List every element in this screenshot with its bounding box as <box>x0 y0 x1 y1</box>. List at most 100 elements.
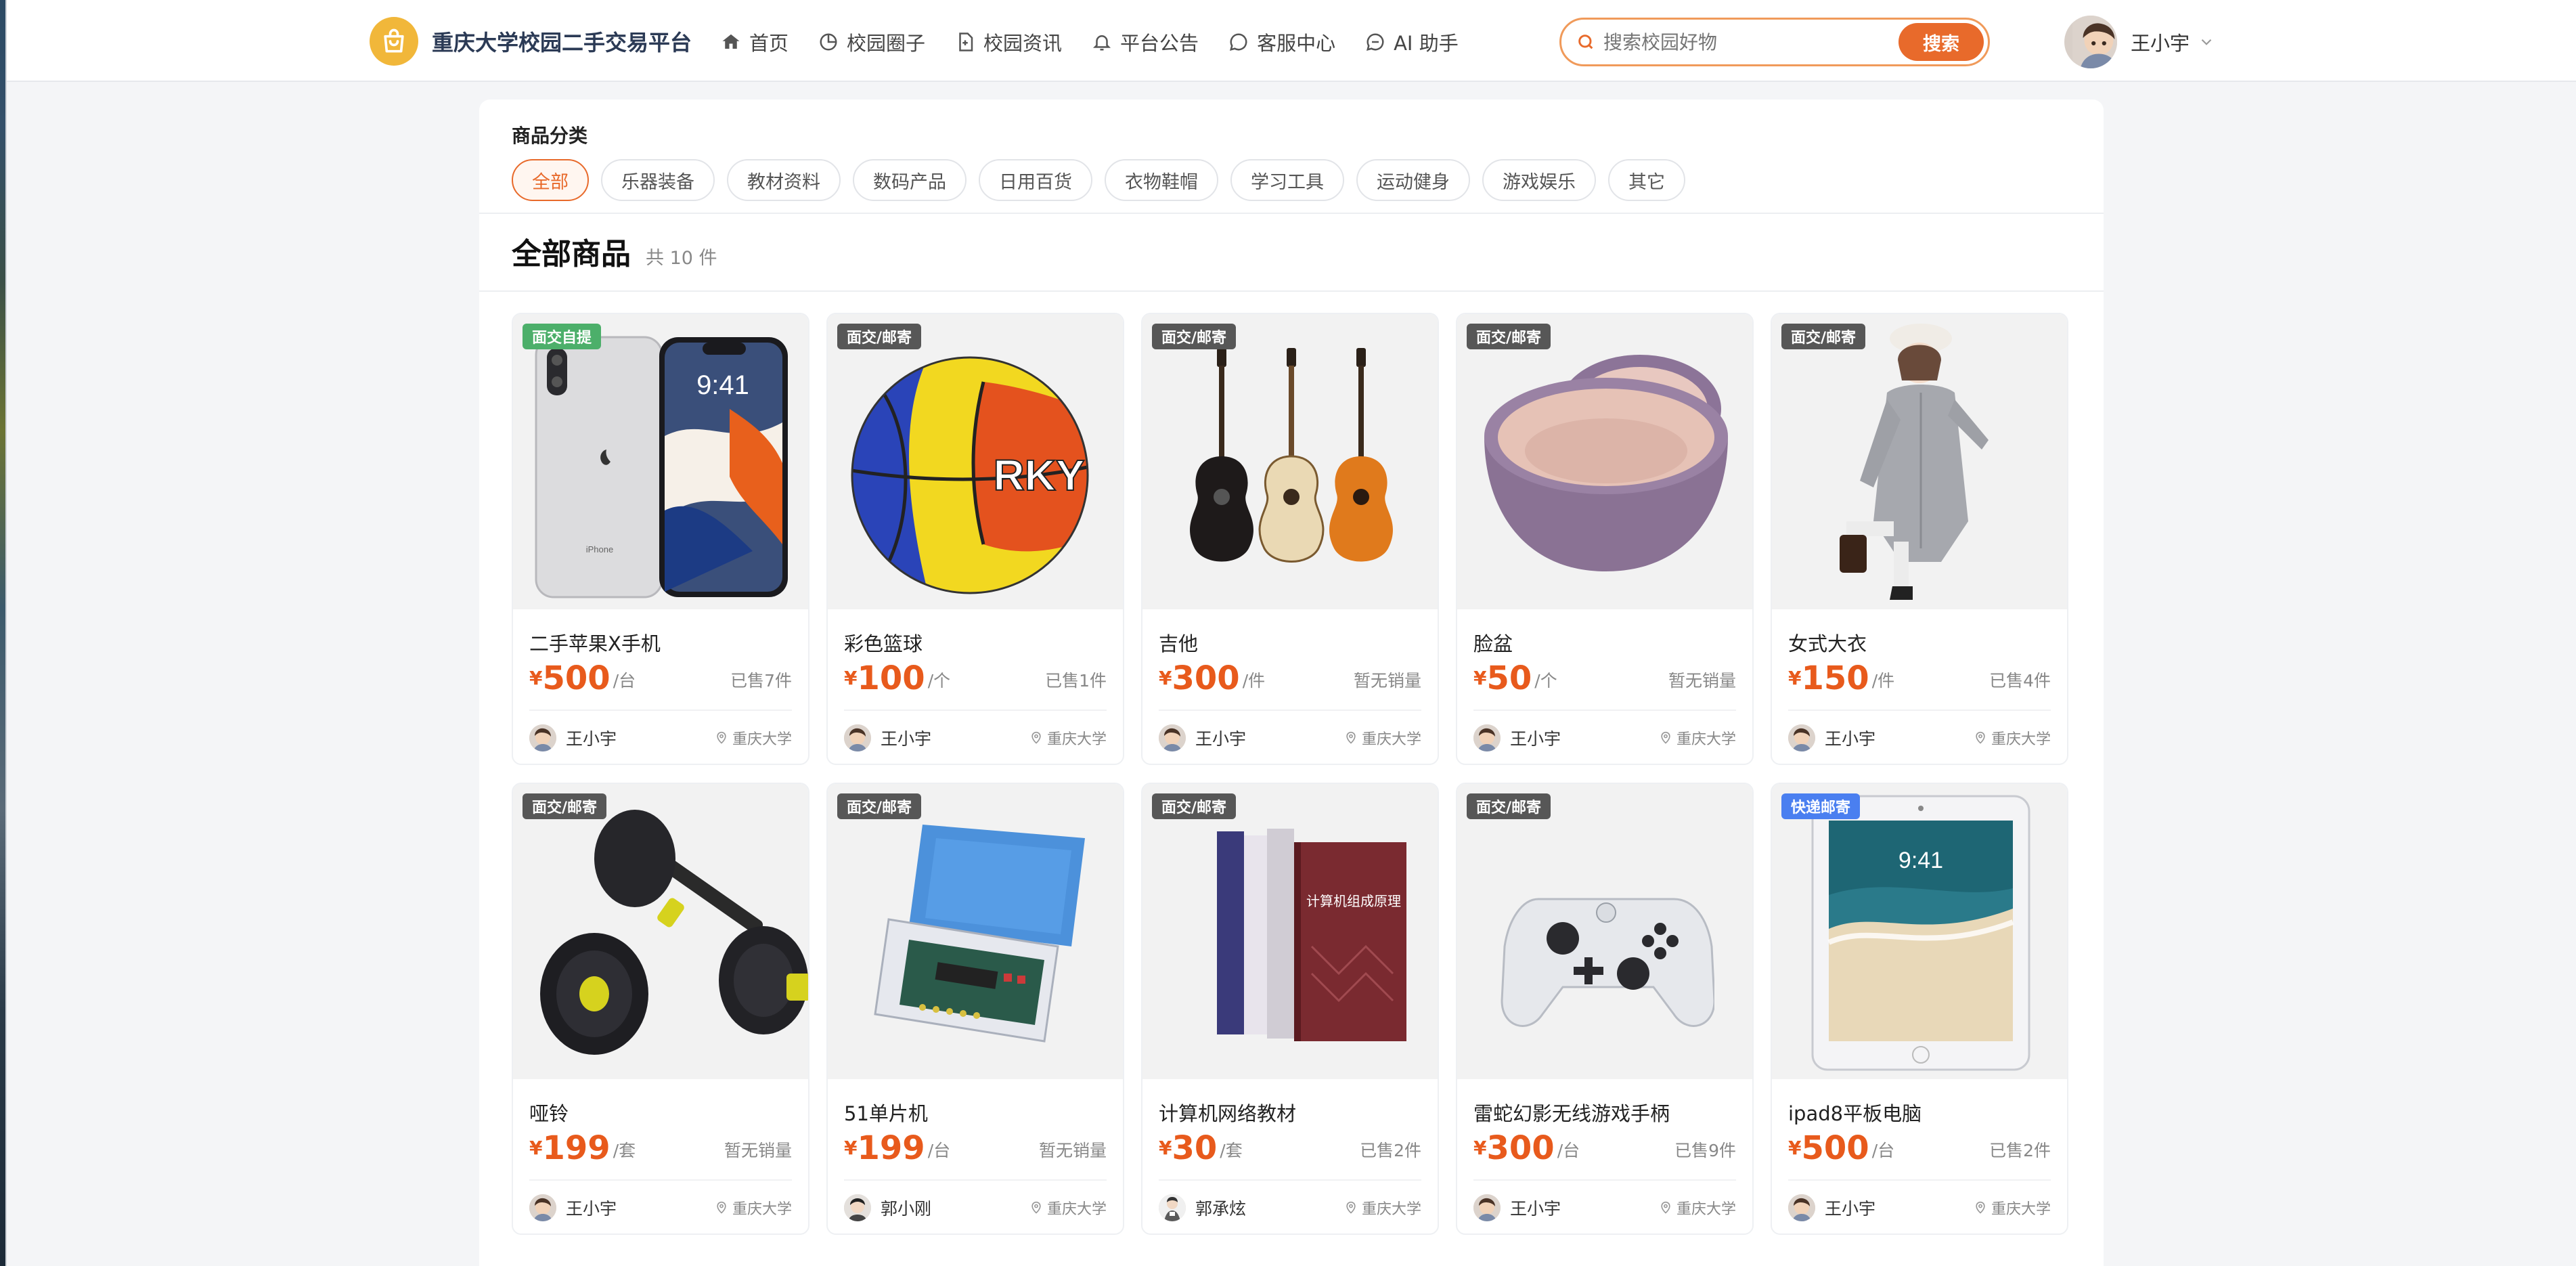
nav-item-news[interactable]: 校园资讯 <box>955 28 1062 56</box>
product-price: 500 <box>542 659 610 697</box>
category-clothing[interactable]: 衣物鞋帽 <box>1105 159 1218 201</box>
product-card[interactable]: 面交/邮寄 吉他 ¥ 300 /件 暂无销量 王小宇 重庆大学 <box>1141 313 1439 765</box>
product-name: 脸盆 <box>1473 632 1513 655</box>
nav-item-circle[interactable]: 校园圈子 <box>818 28 925 56</box>
seller-avatar <box>529 724 556 751</box>
seller-row: 王小宇 重庆大学 <box>1788 720 2051 756</box>
product-image: 面交/邮寄 <box>1772 314 2067 609</box>
seller-name: 王小宇 <box>1510 1199 1561 1219</box>
location-text: 重庆大学 <box>732 1201 792 1218</box>
category-sports[interactable]: 运动健身 <box>1356 159 1470 201</box>
product-card[interactable]: 面交/邮寄 计算机组成原理 计算机网络教材 ¥ 30 /套 已售2件 郭承炫 重… <box>1141 783 1439 1235</box>
ipad-image: 9:41 <box>1811 795 2030 1071</box>
price-row: ¥ 30 /套 已售2件 <box>1159 1127 1421 1164</box>
product-name: 吉他 <box>1159 632 1199 655</box>
basin-image <box>1484 355 1728 571</box>
category-title: 商品分类 <box>512 125 588 147</box>
category-games[interactable]: 游戏娱乐 <box>1482 159 1596 201</box>
sold-count: 暂无销量 <box>1353 671 1421 691</box>
location: 重庆大学 <box>1029 1197 1107 1219</box>
search-button[interactable]: 搜索 <box>1898 23 1984 61</box>
price-unit: /套 <box>1220 1141 1243 1160</box>
seller-row: 王小宇 重庆大学 <box>1473 720 1736 756</box>
product-price: 300 <box>1486 1129 1555 1167</box>
nav-item-service[interactable]: 客服中心 <box>1228 28 1335 56</box>
dumbbell-image <box>540 810 808 1055</box>
currency-symbol: ¥ <box>1159 1137 1172 1159</box>
product-card[interactable]: 面交自提 iPhone 9:41 二手苹果X手机 ¥ 500 /台 已售7件 王… <box>512 313 809 765</box>
delivery-badge: 面交/邮寄 <box>1781 324 1866 349</box>
location-pin-icon <box>717 731 726 744</box>
location: 重庆大学 <box>1974 727 2051 749</box>
delivery-badge: 快递邮寄 <box>1781 793 1861 819</box>
nav-item-label: 平台公告 <box>1120 32 1199 55</box>
price-row: ¥ 150 /件 已售4件 <box>1788 657 2051 695</box>
browser-window: 重庆大学校园二手交易平台 首页 校园圈子 校园资讯 平台公告 客服中心 AI 助… <box>5 0 2576 1266</box>
product-name: 51单片机 <box>844 1102 928 1125</box>
chat-icon <box>1230 33 1247 51</box>
delivery-badge: 面交/邮寄 <box>1152 793 1237 819</box>
product-card[interactable]: 面交/邮寄 脸盆 ¥ 50 /个 暂无销量 王小宇 重庆大学 <box>1456 313 1754 765</box>
price-unit: /台 <box>1557 1141 1580 1160</box>
seller-row: 王小宇 重庆大学 <box>844 720 1107 756</box>
price-row: ¥ 199 /套 暂无销量 <box>529 1127 792 1164</box>
divider <box>1473 1179 1736 1181</box>
category-study-tools[interactable]: 学习工具 <box>1230 159 1344 201</box>
chevron-down-icon <box>2201 39 2212 45</box>
svg-text:计算机组成原理: 计算机组成原理 <box>1306 893 1401 909</box>
price-unit: /台 <box>613 671 636 691</box>
location-pin-icon <box>1661 731 1670 744</box>
seller-name: 王小宇 <box>566 729 617 749</box>
category-daily[interactable]: 日用百货 <box>979 159 1092 201</box>
product-image: 面交/邮寄 <box>513 784 808 1079</box>
product-card[interactable]: 面交/邮寄 RKY 彩色篮球 ¥ 100 /个 已售1件 王小宇 重庆大学 <box>826 313 1124 765</box>
currency-symbol: ¥ <box>1788 667 1802 689</box>
location-pin-icon <box>1976 731 1985 744</box>
svg-text:9:41: 9:41 <box>696 370 749 400</box>
svg-text:iPhone: iPhone <box>586 544 613 554</box>
currency-symbol: ¥ <box>1159 667 1172 689</box>
product-card[interactable]: 面交/邮寄 哑铃 ¥ 199 /套 暂无销量 王小宇 重庆大学 <box>512 783 809 1235</box>
gamepad-image <box>1501 898 1714 1027</box>
seller-avatar <box>1473 1194 1501 1221</box>
delivery-badge: 面交/邮寄 <box>523 793 607 819</box>
nav-item-home[interactable]: 首页 <box>721 28 789 56</box>
seller-row: 郭小刚 重庆大学 <box>844 1190 1107 1225</box>
search-input[interactable] <box>1603 30 1898 53</box>
product-card[interactable]: 面交/邮寄 女式大衣 ¥ 150 /件 已售4件 王小宇 重庆大学 <box>1771 313 2068 765</box>
seller-name: 王小宇 <box>1825 729 1876 749</box>
category-digital[interactable]: 数码产品 <box>853 159 967 201</box>
product-name: 哑铃 <box>529 1102 569 1125</box>
location-pin-icon <box>1661 1201 1670 1214</box>
category-other[interactable]: 其它 <box>1608 159 1685 201</box>
product-image: 面交/邮寄 <box>1142 314 1438 609</box>
seller-row: 王小宇 重庆大学 <box>1788 1190 2051 1225</box>
product-card[interactable]: 快递邮寄 9:41 ipad8平板电脑 ¥ 500 /台 已售2件 王小宇 重庆… <box>1771 783 2068 1235</box>
product-card[interactable]: 面交/邮寄 51单片机 ¥ 199 /台 暂无销量 郭小刚 重庆大学 <box>826 783 1124 1235</box>
seller-name: 王小宇 <box>1510 729 1561 749</box>
nav-item-announcement[interactable]: 平台公告 <box>1092 28 1199 56</box>
category-all[interactable]: 全部 <box>512 159 589 201</box>
seller-avatar <box>1788 1194 1815 1221</box>
currency-symbol: ¥ <box>1473 667 1487 689</box>
product-name: 雷蛇幻影无线游戏手柄 <box>1473 1102 1670 1125</box>
product-card[interactable]: 面交/邮寄 雷蛇幻影无线游戏手柄 ¥ 300 /台 已售9件 王小宇 重庆大学 <box>1456 783 1754 1235</box>
nav-item-label: 首页 <box>749 32 789 55</box>
shopping-bag-icon <box>370 17 418 66</box>
category-instruments[interactable]: 乐器装备 <box>601 159 715 201</box>
news-icon <box>959 32 973 51</box>
product-price: 50 <box>1486 659 1532 697</box>
phone-image: iPhone 9:41 <box>535 336 788 598</box>
category-textbooks[interactable]: 教材资料 <box>727 159 841 201</box>
divider <box>529 1179 792 1181</box>
divider <box>1159 710 1421 711</box>
delivery-badge: 面交自提 <box>523 324 602 349</box>
price-unit: /套 <box>613 1141 636 1160</box>
location-pin-icon <box>717 1201 726 1214</box>
nav-item-ai-assistant[interactable]: AI 助手 <box>1365 28 1459 56</box>
product-name: ipad8平板电脑 <box>1788 1102 1922 1125</box>
brand[interactable]: 重庆大学校园二手交易平台 <box>370 17 692 66</box>
price-unit: /个 <box>927 671 951 691</box>
user-menu[interactable]: 王小宇 <box>2064 15 2215 69</box>
price-unit: /件 <box>1242 671 1266 691</box>
